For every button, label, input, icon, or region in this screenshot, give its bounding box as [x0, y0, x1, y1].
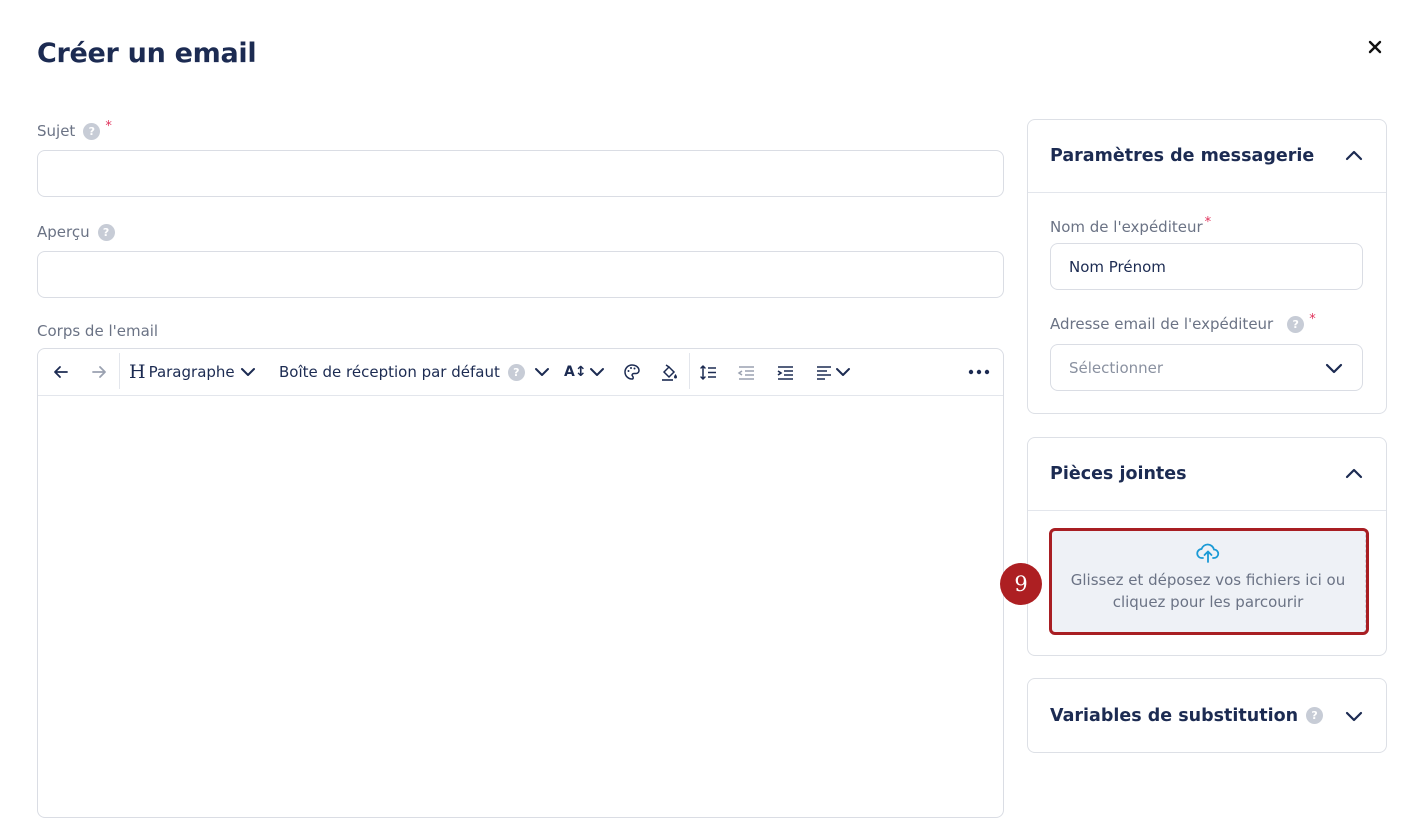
body-label: Corps de l'email [37, 322, 159, 340]
chevron-up-icon [1345, 150, 1363, 161]
close-icon [1368, 40, 1382, 54]
required-marker: * [105, 118, 112, 134]
help-icon[interactable]: ? [83, 122, 101, 140]
cloud-upload-icon [1196, 543, 1220, 563]
required-marker: * [1204, 214, 1212, 230]
attachments-panel: Pièces jointes Glissez et déposez vos fi… [1027, 437, 1387, 656]
file-dropzone[interactable]: Glissez et déposez vos fichiers ici ou c… [1050, 529, 1366, 633]
email-body-editor[interactable]: H Paragraphe Boîte de réception par défa… [37, 348, 1004, 818]
more-horizontal-icon [968, 369, 990, 375]
heading-icon: H [129, 361, 146, 383]
line-height-icon [700, 364, 716, 380]
close-button[interactable] [1364, 36, 1386, 58]
preview-label: Aperçu ? [37, 223, 115, 241]
more-options-button[interactable] [968, 349, 990, 395]
align-dropdown[interactable] [815, 349, 852, 395]
help-icon[interactable]: ? [1287, 315, 1305, 333]
select-placeholder: Sélectionner [1069, 358, 1164, 377]
preview-field[interactable] [37, 251, 1004, 298]
sender-name-field[interactable] [1050, 243, 1363, 290]
help-icon[interactable]: ? [1306, 707, 1324, 724]
help-icon[interactable]: ? [507, 363, 525, 381]
preview-input[interactable] [38, 252, 1003, 297]
required-marker: * [1309, 311, 1316, 327]
paint-bucket-icon [662, 363, 677, 381]
chevron-down-icon [240, 368, 255, 376]
font-size-dropdown[interactable]: A↕ [564, 349, 606, 395]
chevron-down-icon [1345, 711, 1363, 721]
subject-field[interactable] [37, 150, 1004, 197]
outdent-icon [737, 365, 754, 380]
align-left-icon [817, 366, 831, 380]
palette-icon [624, 364, 640, 380]
dropzone-text-line2: cliquez pour les parcourir [1112, 593, 1304, 611]
highlight-color-button[interactable] [660, 349, 679, 395]
subject-input[interactable] [38, 151, 1003, 196]
inbox-style-dropdown[interactable]: Boîte de réception par défaut ? [279, 349, 551, 395]
block-format-dropdown[interactable]: H Paragraphe [129, 349, 257, 395]
chevron-down-icon [1325, 363, 1343, 373]
help-icon[interactable]: ? [97, 223, 115, 241]
settings-panel-header[interactable]: Paramètres de messagerie [1028, 120, 1386, 193]
chevron-down-icon [836, 368, 850, 376]
variables-panel-header[interactable]: Variables de substitution ? [1028, 679, 1386, 752]
text-color-button[interactable] [623, 349, 641, 395]
sender-name-input[interactable] [1051, 244, 1362, 289]
subject-label: Sujet ? * [37, 118, 112, 141]
chevron-up-icon [1345, 468, 1363, 479]
sender-name-label: Nom de l'expéditeur * [1050, 214, 1212, 237]
redo-button[interactable] [89, 349, 109, 395]
variables-panel: Variables de substitution ? [1027, 678, 1387, 753]
arrow-right-icon [92, 366, 106, 378]
arrow-left-icon [54, 366, 68, 378]
editor-toolbar: H Paragraphe Boîte de réception par défa… [38, 349, 1003, 396]
attachments-panel-header[interactable]: Pièces jointes [1028, 438, 1386, 511]
step-badge: 9 [1000, 563, 1042, 605]
indent-icon [777, 365, 793, 380]
font-size-icon: A↕ [564, 364, 587, 380]
chevron-down-icon [589, 368, 604, 376]
chevron-down-icon [534, 368, 549, 376]
undo-button[interactable] [51, 349, 71, 395]
settings-panel: Paramètres de messagerie Nom de l'expédi… [1027, 119, 1387, 414]
sender-email-select[interactable]: Sélectionner [1050, 344, 1363, 391]
dropzone-text-line1: Glissez et déposez vos fichiers ici ou [1070, 571, 1346, 589]
outdent-button[interactable] [737, 349, 756, 395]
toolbar-divider [689, 353, 690, 389]
page-title: Créer un email [37, 38, 257, 69]
line-height-button[interactable] [699, 349, 718, 395]
toolbar-divider [119, 353, 120, 389]
indent-button[interactable] [776, 349, 795, 395]
sender-email-label: Adresse email de l'expéditeur ? * [1050, 311, 1316, 334]
